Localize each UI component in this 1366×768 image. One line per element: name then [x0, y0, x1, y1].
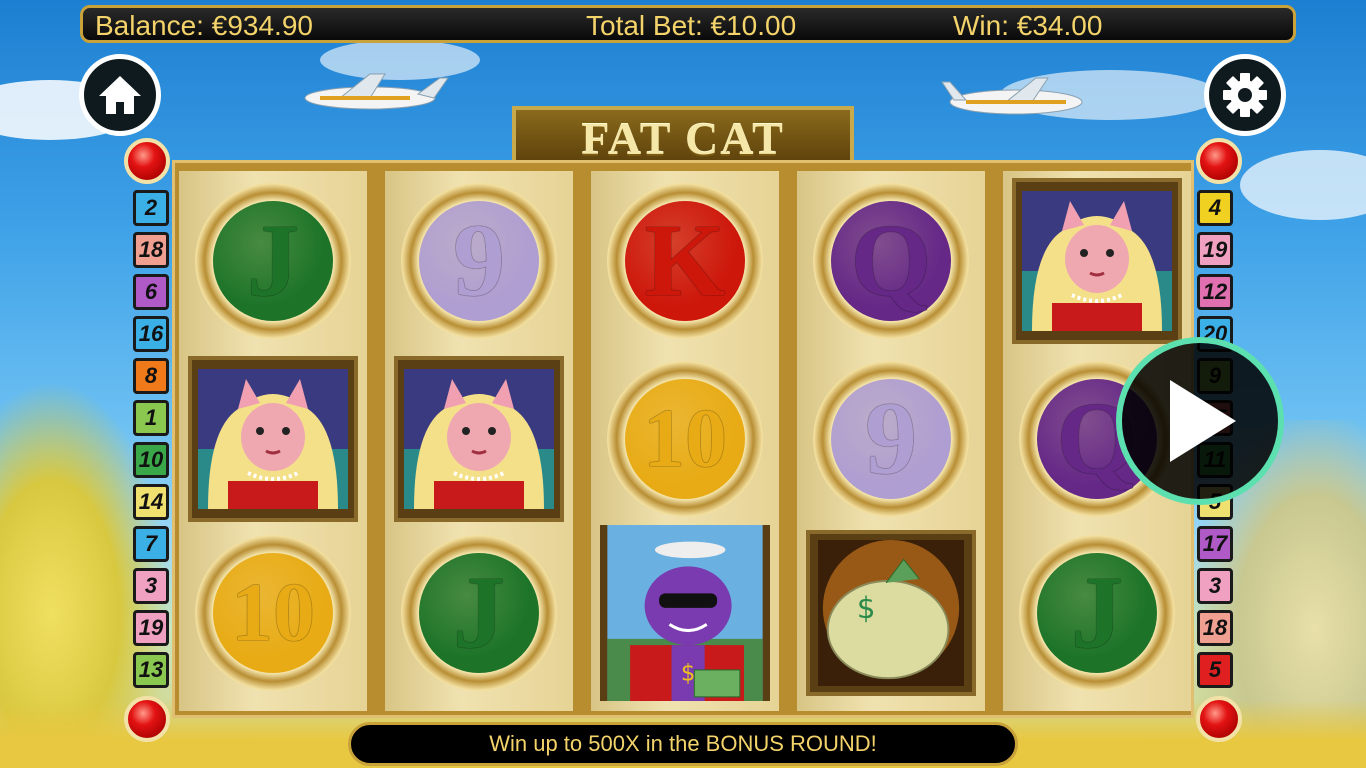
- gear-icon: [1223, 73, 1267, 117]
- status-bar: Balance: €934.90 Total Bet: €10.00 Win: …: [80, 5, 1296, 43]
- symbol-label: J: [1037, 553, 1157, 673]
- balance-label: Balance: €934.90: [95, 10, 313, 41]
- payline-number: 18: [1197, 610, 1233, 646]
- svg-text:$: $: [681, 660, 695, 686]
- moneybag-image: $: [806, 530, 976, 696]
- symbol-10: 10: [597, 355, 773, 523]
- reel-4: Q 9 $: [797, 171, 985, 711]
- symbol-coin: J: [401, 535, 557, 691]
- payline-number: 18: [133, 232, 169, 268]
- home-button[interactable]: [79, 54, 161, 136]
- payline-number: 19: [133, 610, 169, 646]
- airplane-icon: [941, 77, 1083, 115]
- symbol-coin: Q: [813, 183, 969, 339]
- payline-number: 7: [133, 526, 169, 562]
- win-label: Win: €34.00: [953, 10, 1103, 41]
- symbol-label: J: [213, 201, 333, 321]
- symbol-label: 10: [213, 553, 333, 673]
- settings-button[interactable]: [1204, 54, 1286, 136]
- symbol-coin: J: [195, 183, 351, 339]
- symbol-label: K: [625, 201, 745, 321]
- symbol-moneybag: $: [803, 529, 979, 697]
- symbol-coin: 9: [401, 183, 557, 339]
- payline-number: 5: [1197, 652, 1233, 688]
- payline-number: 14: [133, 484, 169, 520]
- payline-number: 13: [133, 652, 169, 688]
- cat-image: [188, 356, 358, 522]
- airplane-icon: [304, 73, 449, 110]
- symbol-coin: 10: [607, 361, 763, 517]
- payline-number: 6: [133, 274, 169, 310]
- reel-2: 9J: [385, 171, 573, 711]
- symbol-cat: [391, 355, 567, 523]
- payline-number: 19: [1197, 232, 1233, 268]
- symbol-cat: [1009, 177, 1185, 345]
- promo-banner: Win up to 500X in the BONUS ROUND!: [348, 722, 1018, 766]
- symbol-fatcat: $: [597, 525, 773, 701]
- payline-number: 16: [133, 316, 169, 352]
- payline-number: 4: [1197, 190, 1233, 226]
- payline-number: 17: [1197, 526, 1233, 562]
- symbol-label: 10: [625, 379, 745, 499]
- payline-number: 8: [133, 358, 169, 394]
- payline-number: 3: [133, 568, 169, 604]
- symbol-j: J: [1009, 529, 1185, 697]
- payline-number: 10: [133, 442, 169, 478]
- reel-1: J 10: [179, 171, 367, 711]
- symbol-label: J: [419, 553, 539, 673]
- symbol-coin: J: [1019, 535, 1175, 691]
- symbol-label: 9: [419, 201, 539, 321]
- payline-number: 3: [1197, 568, 1233, 604]
- cloud: [1240, 150, 1366, 220]
- payline-marker: [124, 696, 170, 742]
- symbol-9: 9: [803, 355, 979, 523]
- payline-marker: [124, 138, 170, 184]
- promo-text: Win up to 500X in the BONUS ROUND!: [489, 731, 877, 756]
- symbol-label: Q: [831, 201, 951, 321]
- total-bet-label: Total Bet: €10.00: [586, 10, 797, 41]
- symbol-label: 9: [831, 379, 951, 499]
- symbol-cat: [185, 355, 361, 523]
- game-logo: FAT CAT: [512, 106, 854, 166]
- spin-button[interactable]: [1116, 337, 1284, 505]
- payline-number: 12: [1197, 274, 1233, 310]
- reel-3: K 10 $: [591, 171, 779, 711]
- cat-image: [1012, 178, 1182, 344]
- symbol-coin: 9: [813, 361, 969, 517]
- symbol-k: K: [597, 177, 773, 345]
- symbol-9: 9: [391, 177, 567, 345]
- cat-image: [394, 356, 564, 522]
- symbol-q: Q: [803, 177, 979, 345]
- payline-number: 1: [133, 400, 169, 436]
- symbol-j: J: [391, 529, 567, 697]
- play-icon: [1170, 380, 1236, 462]
- reel-frame: J 10 9 J K 10 $ Q 9 $ Q J: [172, 160, 1194, 718]
- symbol-j: J: [185, 177, 361, 345]
- home-icon: [99, 76, 141, 114]
- symbol-coin: 10: [195, 535, 351, 691]
- fatcat-image: $: [600, 525, 770, 701]
- symbol-coin: K: [607, 183, 763, 339]
- symbol-10: 10: [185, 529, 361, 697]
- payline-marker: [1196, 138, 1242, 184]
- payline-marker: [1196, 696, 1242, 742]
- payline-number: 2: [133, 190, 169, 226]
- logo-title: FAT CAT: [581, 112, 785, 164]
- svg-text:$: $: [857, 591, 876, 625]
